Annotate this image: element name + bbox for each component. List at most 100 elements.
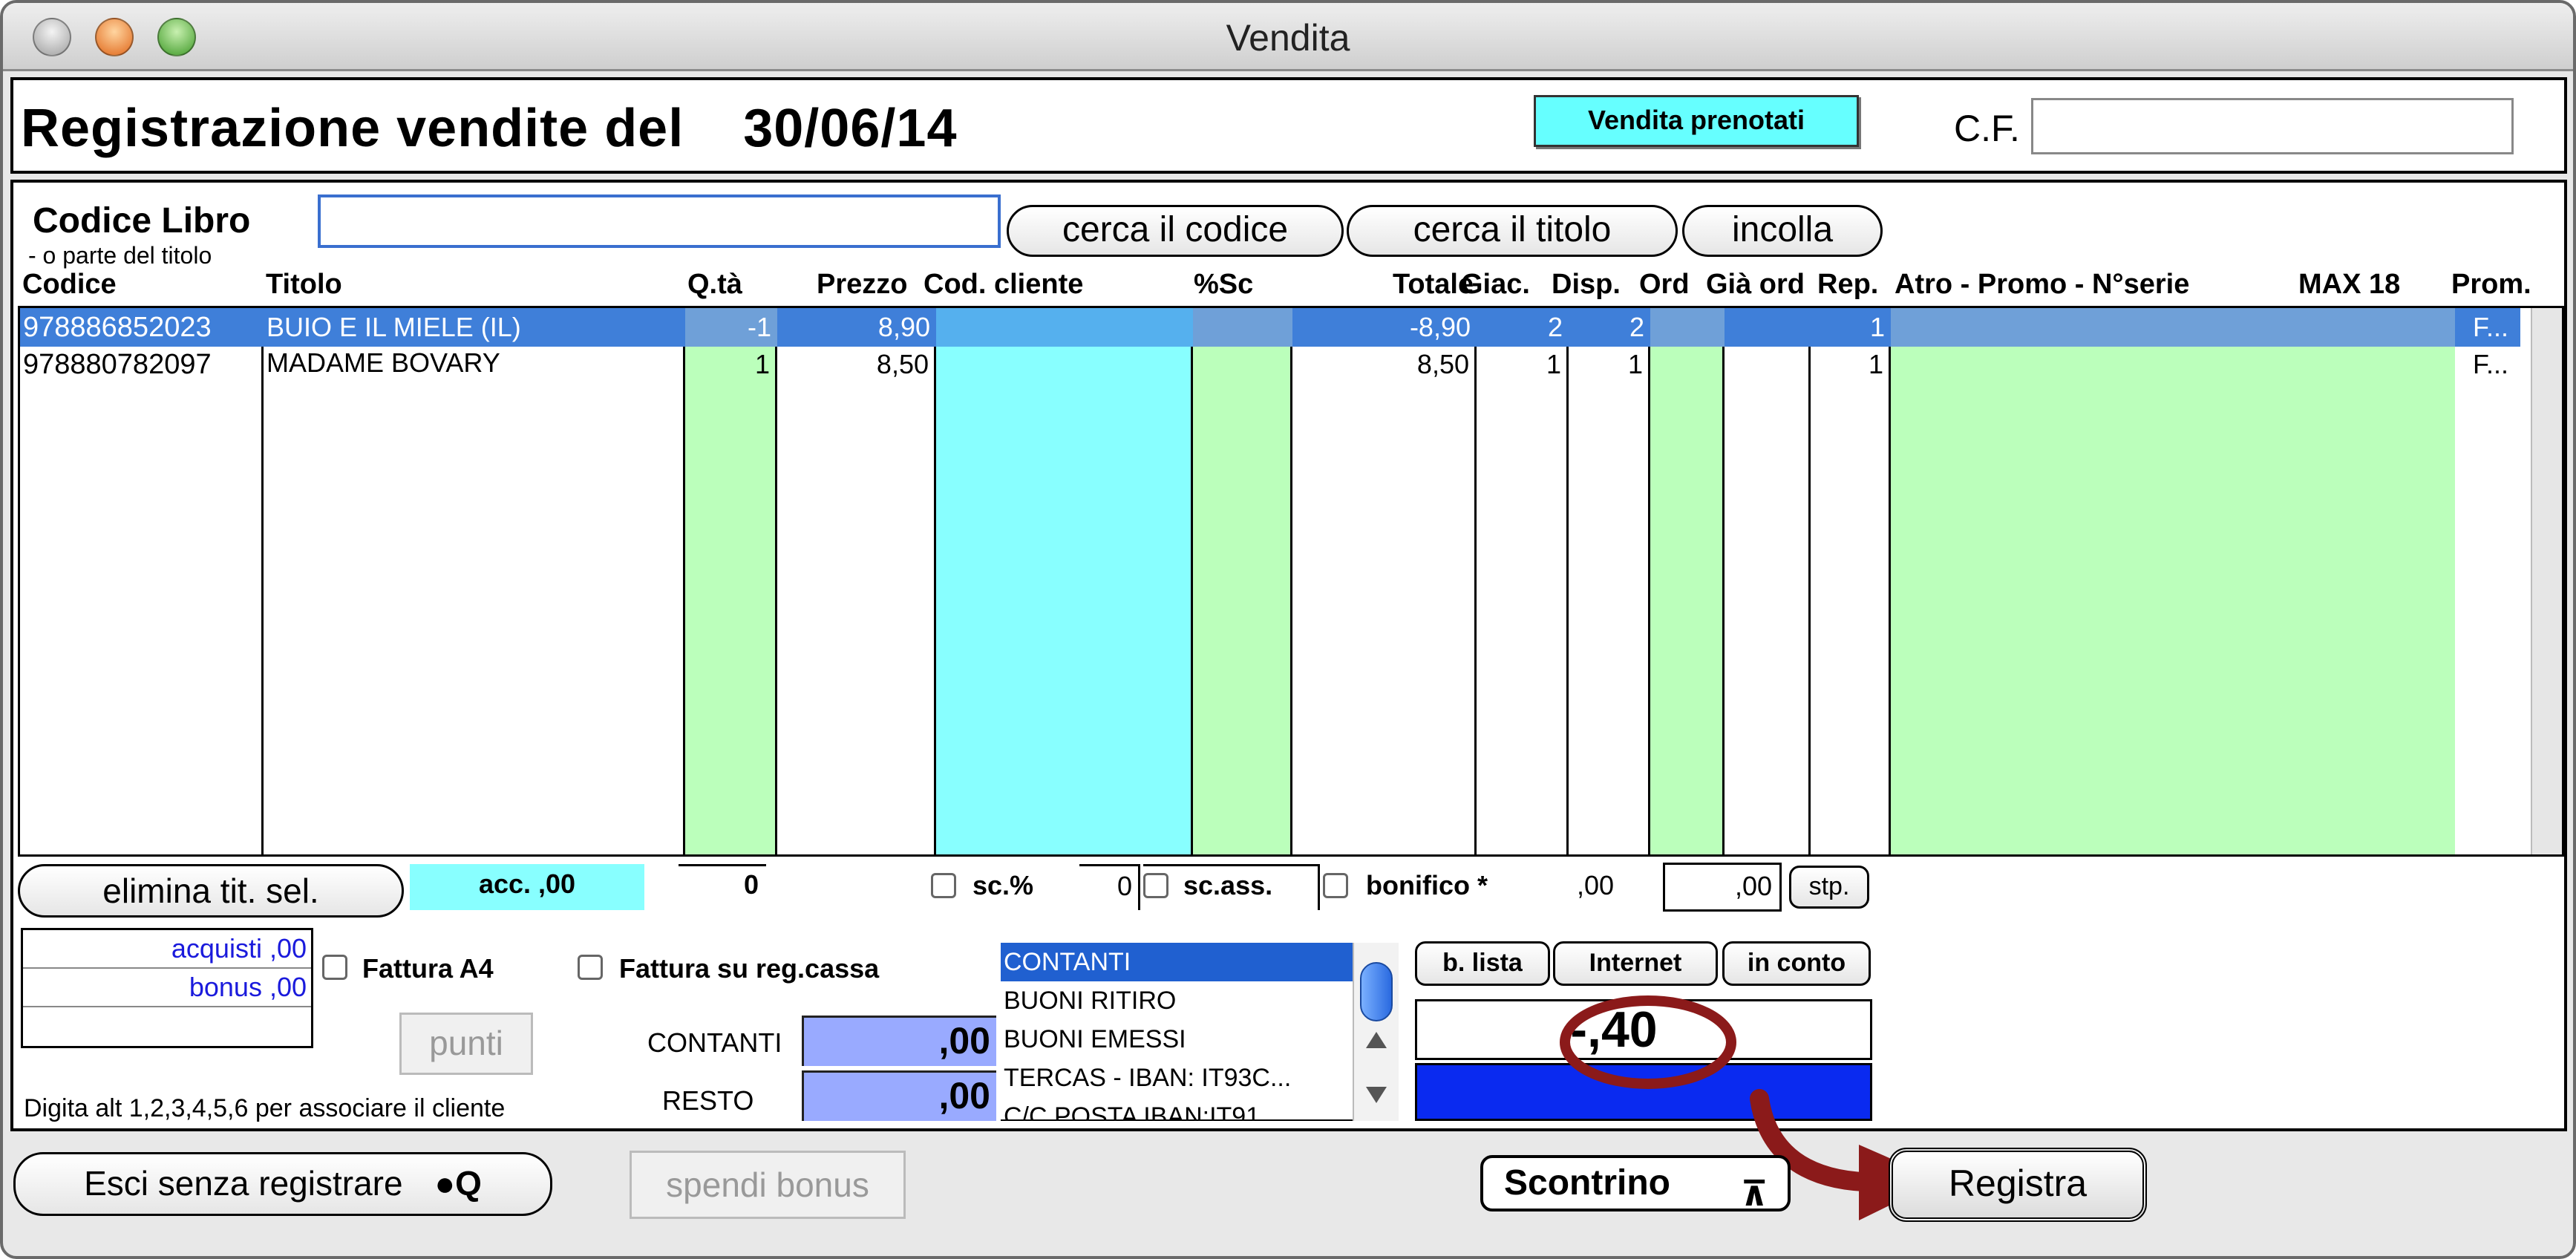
bonus-value: bonus ,00 — [23, 969, 311, 1007]
scontrino-eject-icon: ⊼ — [1740, 1174, 1768, 1213]
col-prom — [2455, 308, 2529, 854]
row2-prezzo: 8,50 — [876, 349, 929, 379]
window-title: Vendita — [1226, 17, 1350, 59]
codice-libro-label: Codice Libro — [33, 201, 251, 241]
table-row-selected[interactable]: 978886852023 BUIO E IL MIELE (IL) -1 8,9… — [20, 308, 2529, 347]
apple-command-icon: ● — [434, 1164, 456, 1203]
row2-titolo: MADAME BOVARY — [267, 347, 500, 378]
row1-prezzo: 8,90 — [777, 308, 936, 347]
table-scrollbar[interactable] — [2531, 308, 2562, 854]
col-rep — [1811, 308, 1891, 854]
col-titolo — [264, 308, 685, 854]
scroll-up-arrow-icon[interactable] — [1366, 1032, 1387, 1048]
registra-button[interactable]: Registra — [1889, 1148, 2147, 1222]
vendita-prenotati-button[interactable]: Vendita prenotati — [1534, 95, 1859, 147]
sale-date: 30/06/14 — [743, 99, 958, 158]
col-header-prom: Prom. — [2451, 269, 2531, 300]
payment-method-item[interactable]: BUONI RITIRO — [1001, 981, 1353, 1020]
row2-prom: F... — [2473, 349, 2509, 379]
scontrino-button[interactable]: Scontrino ⊼ — [1480, 1155, 1791, 1213]
col-prezzo — [777, 308, 936, 854]
row1-altro — [1891, 308, 2455, 347]
col-sc — [1193, 308, 1292, 854]
payment-method-item[interactable]: CONTANTI — [1001, 943, 1353, 981]
row1-codice: 978886852023 — [20, 308, 264, 347]
bonifico-value: ,00 — [1577, 870, 1615, 900]
sales-table[interactable]: 978886852023 BUIO E IL MIELE (IL) -1 8,9… — [18, 306, 2564, 857]
col-altro — [1891, 308, 2455, 854]
row2-disp: 1 — [1627, 349, 1643, 379]
stp-button[interactable]: stp. — [1789, 866, 1869, 909]
col-header-gia-ord: Già ord — [1706, 269, 1805, 300]
scontrino-label: Scontrino — [1504, 1163, 1670, 1203]
fattura-reg-checkbox[interactable] — [578, 955, 603, 980]
col-gia-ord — [1725, 308, 1811, 854]
contanti-label: CONTANTI — [647, 1027, 782, 1058]
col-totale — [1292, 308, 1477, 854]
payment-method-item[interactable]: TERCAS - IBAN: IT93C... — [1001, 1059, 1353, 1097]
vendita-window: Vendita Registrazione vendite del 30/06/1… — [0, 0, 2576, 1259]
col-header-giac: Giac. — [1461, 269, 1530, 300]
customer-box[interactable]: acquisti ,00 bonus ,00 — [21, 928, 313, 1048]
page-title: Registrazione vendite del 30/06/14 — [21, 98, 957, 159]
payment-list-scrollbar[interactable] — [1353, 943, 1399, 1121]
col-header-ord: Ord — [1639, 269, 1690, 300]
row2-totale: 8,50 — [1416, 349, 1469, 379]
scroll-down-arrow-icon[interactable] — [1366, 1087, 1387, 1103]
row1-rep: 1 — [1811, 308, 1891, 347]
row1-ord — [1650, 308, 1725, 347]
row1-giac: 2 — [1477, 308, 1569, 347]
col-header-max18: MAX 18 — [2298, 269, 2401, 300]
scroll-thumb[interactable] — [1360, 962, 1393, 1021]
row1-prom: F... — [2455, 308, 2520, 347]
fattura-reg-label: Fattura su reg.cassa — [619, 953, 880, 984]
cerca-titolo-button[interactable]: cerca il titolo — [1347, 205, 1678, 257]
sc-ass-field[interactable] — [1143, 864, 1320, 910]
col-header-cod-cliente: Cod. cliente — [923, 269, 1084, 300]
in-conto-button[interactable]: in conto — [1722, 941, 1871, 986]
col-disp — [1569, 308, 1650, 854]
page-title-text: Registrazione vendite del — [21, 99, 684, 158]
resto-label: RESTO — [662, 1085, 754, 1116]
col-codice — [20, 308, 264, 854]
spendi-bonus-button[interactable]: spendi bonus — [630, 1151, 906, 1219]
b-lista-button[interactable]: b. lista — [1415, 941, 1550, 986]
punti-button[interactable]: punti — [399, 1013, 533, 1075]
payment-method-item[interactable]: BUONI EMESSI — [1001, 1020, 1353, 1059]
resto-field: ,00 — [802, 1070, 996, 1121]
esci-shortcut: Q — [455, 1164, 482, 1203]
payment-method-item[interactable]: C/C POSTA IBAN:IT91 — [1001, 1097, 1353, 1119]
row1-gia-ord — [1725, 308, 1811, 347]
esci-senza-registrare-button[interactable]: Esci senza registrare ●Q — [13, 1152, 552, 1216]
payment-method-list[interactable]: CONTANTI BUONI RITIRO BUONI EMESSI TERCA… — [1001, 943, 1353, 1121]
row1-sc — [1193, 308, 1292, 347]
customer-hint: Digita alt 1,2,3,4,5,6 per associare il … — [24, 1094, 506, 1122]
acc-field: acc. ,00 — [410, 864, 644, 910]
col-header-codice: Codice — [22, 269, 117, 300]
acquisti-value: acquisti ,00 — [23, 930, 311, 969]
cf-input[interactable] — [2031, 98, 2514, 154]
col-header-rep: Rep. — [1817, 269, 1879, 300]
table-row[interactable]: 978880782097 MADAME BOVARY 1 8,50 8,50 1… — [20, 347, 2529, 385]
incolla-button[interactable]: incolla — [1682, 205, 1883, 257]
fattura-a4-checkbox[interactable] — [322, 955, 347, 980]
row2-codice: 978880782097 — [23, 349, 212, 380]
sc-pct-checkbox[interactable] — [931, 873, 956, 898]
bonifico-checkbox[interactable] — [1323, 873, 1348, 898]
cf-label: C.F. — [1954, 108, 2020, 149]
row2-giac: 1 — [1546, 349, 1561, 379]
sc-pct-label: sc.% — [972, 870, 1034, 900]
contanti-field[interactable]: ,00 — [802, 1016, 996, 1066]
row2-qta: 1 — [754, 349, 770, 379]
codice-libro-input[interactable] — [318, 194, 1001, 248]
title-bar[interactable]: Vendita — [3, 3, 2573, 71]
bonifico-amount-field[interactable]: ,00 — [1663, 863, 1782, 912]
internet-button[interactable]: Internet — [1553, 941, 1718, 986]
cerca-codice-button[interactable]: cerca il codice — [1007, 205, 1344, 257]
col-giac — [1477, 308, 1569, 854]
col-ord — [1650, 308, 1725, 854]
sc-pct-field[interactable]: 0 — [1079, 864, 1140, 910]
fattura-a4-label: Fattura A4 — [362, 953, 494, 984]
elimina-titolo-button[interactable]: elimina tit. sel. — [18, 864, 404, 918]
row1-cod-cliente — [936, 308, 1193, 347]
